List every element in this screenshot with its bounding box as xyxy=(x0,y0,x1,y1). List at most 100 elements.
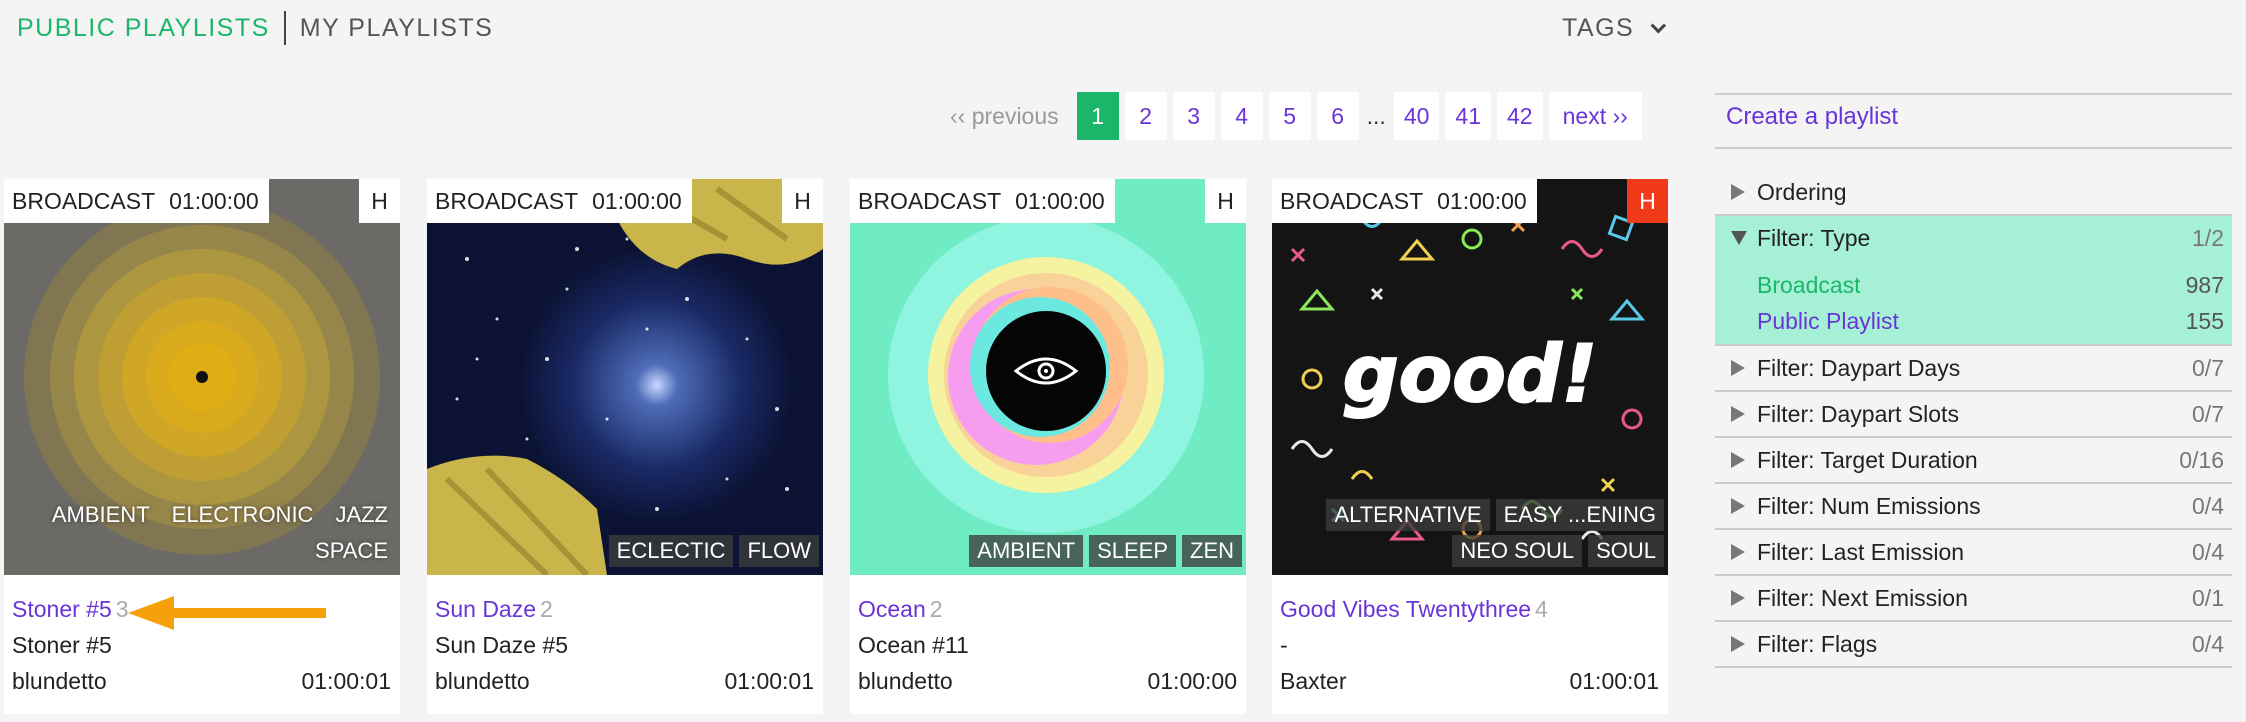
tag-easy-listening[interactable]: EASY ...ENING xyxy=(1495,499,1664,531)
filter-count: 0/7 xyxy=(2192,401,2224,427)
expand-triangle-icon xyxy=(1731,452,1745,468)
filter-count: 0/16 xyxy=(2179,447,2224,473)
filter-count: 0/4 xyxy=(2192,493,2224,519)
filter-flags[interactable]: Filter: Flags 0/4 xyxy=(1715,622,2232,668)
filter-last-emission[interactable]: Filter: Last Emission 0/4 xyxy=(1715,530,2232,576)
annotation-arrow-icon xyxy=(128,596,326,630)
filter-label: Filter: Flags xyxy=(1757,631,1878,657)
playlist-title-link[interactable]: Ocean 2 xyxy=(858,596,943,623)
tab-my-playlists[interactable]: MY PLAYLISTS xyxy=(286,14,494,43)
filter-label: Filter: Next Emission xyxy=(1757,585,1968,611)
page-41[interactable]: 41 xyxy=(1445,92,1492,140)
create-playlist-link[interactable]: Create a playlist xyxy=(1726,103,1898,131)
filter-daypart-days[interactable]: Filter: Daypart Days 0/7 xyxy=(1715,346,2232,392)
filter-type[interactable]: Filter: Type 1/2 Broadcast 987 Public Pl… xyxy=(1715,216,2232,346)
playlist-owner: blundetto xyxy=(12,668,107,694)
page-6[interactable]: 6 xyxy=(1316,92,1359,140)
filter-ordering[interactable]: Ordering xyxy=(1715,170,2232,216)
playlist-owner: blundetto xyxy=(858,668,953,694)
expand-triangle-icon xyxy=(1731,636,1745,652)
tag-alternative[interactable]: ALTERNATIVE xyxy=(1326,499,1490,531)
emission-count: 2 xyxy=(929,596,943,622)
sidebar-divider xyxy=(1715,93,2232,95)
page-2[interactable]: 2 xyxy=(1124,92,1167,140)
page-40[interactable]: 40 xyxy=(1393,92,1440,140)
filter-daypart-slots[interactable]: Filter: Daypart Slots 0/7 xyxy=(1715,392,2232,438)
playlist-title-link[interactable]: Good Vibes Twentythree 4 xyxy=(1280,596,1548,623)
playlist-artwork[interactable]: BROADCAST 01:00:00 H AMBIENT SLEEP ZEN xyxy=(850,179,1246,575)
tag-ambient[interactable]: AMBIENT xyxy=(44,499,158,531)
collapse-triangle-icon xyxy=(1731,231,1747,245)
pagination: ‹‹ previous 1 2 3 4 5 6 ... 40 41 42 nex… xyxy=(940,92,1642,140)
playlist-artwork[interactable]: good! BROADCAST 01:00:00 H ALTERNATIVE EA… xyxy=(1272,179,1668,575)
filter-panel: Ordering Filter: Type 1/2 Broadcast 987 … xyxy=(1715,170,2232,668)
playlist-length: 01:00:01 xyxy=(1569,668,1659,694)
tag-neo-soul[interactable]: NEO SOUL xyxy=(1452,535,1583,567)
broadcast-badge: BROADCAST 01:00:00 xyxy=(850,179,1115,223)
filter-label: Ordering xyxy=(1757,179,1847,205)
filter-option-count: 155 xyxy=(2185,308,2224,334)
playlist-card[interactable]: BROADCAST 01:00:00 H AMBIENT SLEEP ZEN Oc… xyxy=(850,179,1246,714)
expand-triangle-icon xyxy=(1731,184,1745,200)
emission-count: 3 xyxy=(115,596,129,622)
duration: 01:00:00 xyxy=(1437,188,1527,214)
tag-ambient[interactable]: AMBIENT xyxy=(969,535,1084,567)
tag-flow[interactable]: FLOW xyxy=(739,535,819,567)
playlist-subtitle: Stoner #5 xyxy=(12,632,112,658)
playlist-card[interactable]: BROADCAST 01:00:00 H AMBIENT ELECTRONIC J… xyxy=(4,179,400,714)
filter-label: Filter: Daypart Days xyxy=(1757,355,1961,381)
playlist-length: 01:00:01 xyxy=(724,668,814,694)
playlist-artwork[interactable]: BROADCAST 01:00:00 H ECLECTIC FLOW xyxy=(427,179,823,575)
filter-option-public-playlist[interactable]: Public Playlist xyxy=(1757,308,1899,335)
next-page-link[interactable]: next ›› xyxy=(1548,92,1642,140)
expand-triangle-icon xyxy=(1731,590,1745,606)
filter-count: 0/1 xyxy=(2192,585,2224,611)
page-1[interactable]: 1 xyxy=(1076,92,1119,140)
page-3[interactable]: 3 xyxy=(1172,92,1215,140)
previous-page-link[interactable]: ‹‹ previous xyxy=(940,92,1071,140)
playlist-title-link[interactable]: Sun Daze 2 xyxy=(435,596,553,623)
chevron-down-icon xyxy=(1650,17,1667,33)
tag-soul[interactable]: SOUL xyxy=(1588,535,1664,567)
playlist-card[interactable]: good! BROADCAST 01:00:00 H ALTERNATIVE EA… xyxy=(1272,179,1668,714)
filter-option-broadcast[interactable]: Broadcast xyxy=(1757,272,1861,299)
page-5[interactable]: 5 xyxy=(1268,92,1311,140)
filter-label: Filter: Last Emission xyxy=(1757,539,1965,565)
playlist-subtitle: Sun Daze #5 xyxy=(435,632,568,658)
tag-zen[interactable]: ZEN xyxy=(1182,535,1242,567)
duration: 01:00:00 xyxy=(1015,188,1105,214)
tag-space[interactable]: SPACE xyxy=(307,535,396,567)
playlist-tabs: PUBLIC PLAYLISTS MY PLAYLISTS xyxy=(17,10,493,46)
tag-sleep[interactable]: SLEEP xyxy=(1089,535,1176,567)
playlist-card[interactable]: BROADCAST 01:00:00 H ECLECTIC FLOW Sun Da… xyxy=(427,179,823,714)
h-badge: H xyxy=(1627,179,1668,223)
tag-jazz[interactable]: JAZZ xyxy=(327,499,396,531)
tag-electronic[interactable]: ELECTRONIC xyxy=(164,499,322,531)
h-badge: H xyxy=(782,179,823,223)
filter-label: Filter: Type xyxy=(1757,225,1871,251)
broadcast-badge: BROADCAST 01:00:00 xyxy=(427,179,692,223)
filter-next-emission[interactable]: Filter: Next Emission 0/1 xyxy=(1715,576,2232,622)
expand-triangle-icon xyxy=(1731,544,1745,560)
filter-num-emissions[interactable]: Filter: Num Emissions 0/4 xyxy=(1715,484,2232,530)
filter-target-duration[interactable]: Filter: Target Duration 0/16 xyxy=(1715,438,2232,484)
playlist-owner: blundetto xyxy=(435,668,530,694)
playlist-subtitle: Ocean #11 xyxy=(858,632,969,658)
playlist-subtitle: - xyxy=(1280,632,1288,658)
h-badge: H xyxy=(1205,179,1246,223)
page-42[interactable]: 42 xyxy=(1497,92,1543,140)
page-4[interactable]: 4 xyxy=(1220,92,1263,140)
tab-public-playlists[interactable]: PUBLIC PLAYLISTS xyxy=(17,14,284,43)
duration: 01:00:00 xyxy=(169,188,259,214)
tags-dropdown[interactable]: TAGS xyxy=(1562,10,1667,46)
sidebar-divider xyxy=(1715,147,2232,149)
playlist-artwork[interactable]: BROADCAST 01:00:00 H AMBIENT ELECTRONIC J… xyxy=(4,179,400,575)
h-badge: H xyxy=(359,179,400,223)
playlist-title-link[interactable]: Stoner #5 3 xyxy=(12,596,129,623)
expand-triangle-icon xyxy=(1731,498,1745,514)
playlist-owner: Baxter xyxy=(1280,668,1347,694)
expand-triangle-icon xyxy=(1731,360,1745,376)
tag-eclectic[interactable]: ECLECTIC xyxy=(608,535,734,567)
playlist-length: 01:00:01 xyxy=(301,668,391,694)
filter-label: Filter: Num Emissions xyxy=(1757,493,1981,519)
